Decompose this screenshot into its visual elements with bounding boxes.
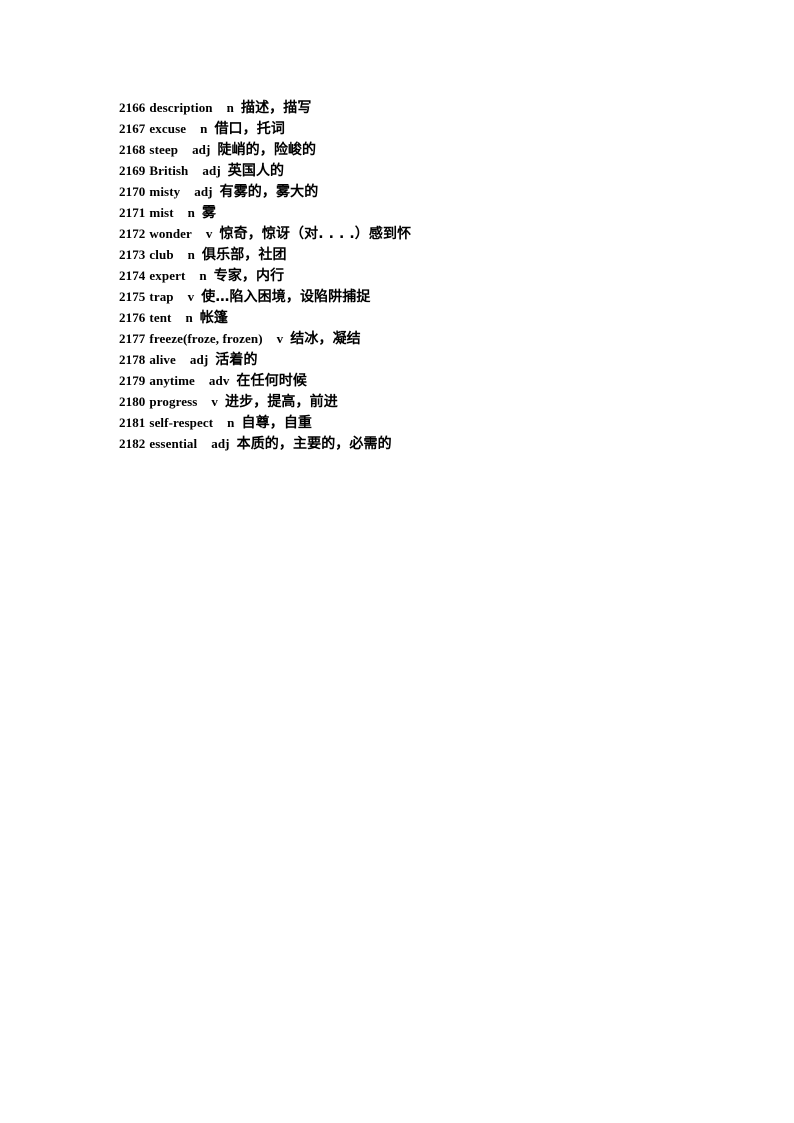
entry-part-of-speech: adj	[194, 184, 213, 199]
entry-word: freeze(froze, frozen)	[149, 331, 263, 346]
entry-definition: 使…陷入困境，设陷阱捕捉	[201, 289, 371, 305]
vocabulary-entry: 2171 mist n 雾	[119, 202, 719, 223]
entry-index: 2179	[119, 373, 146, 388]
vocabulary-list: 2166 description n 描述，描写 2167 excuse n 借口，托词 216…	[119, 97, 719, 454]
vocabulary-entry: 2178 alive adj 活着的	[119, 349, 719, 370]
entry-definition: 专家，内行	[213, 268, 285, 284]
vocabulary-entry: 2168 steep adj 陡峭的，险峻的	[119, 139, 719, 160]
entry-part-of-speech: n	[227, 415, 235, 430]
entry-index: 2180	[119, 394, 146, 409]
entry-definition: 有雾的，雾大的	[219, 184, 319, 200]
entry-definition: 进步，提高，前进	[225, 394, 338, 410]
entry-part-of-speech: n	[187, 205, 195, 220]
entry-definition: 雾	[201, 205, 217, 221]
entry-word: tent	[149, 310, 172, 325]
entry-part-of-speech: n	[200, 121, 208, 136]
entry-part-of-speech: n	[185, 310, 193, 325]
entry-word: anytime	[149, 373, 195, 388]
entry-definition: 在任何时候	[236, 373, 307, 389]
entry-word: progress	[149, 394, 198, 409]
entry-index: 2177	[119, 331, 146, 346]
entry-word: description	[149, 100, 213, 115]
entry-index: 2170	[119, 184, 146, 199]
entry-index: 2172	[119, 226, 146, 241]
entry-index: 2175	[119, 289, 146, 304]
vocabulary-entry: 2172 wonder v 惊奇，惊讶（对. . . .）感到怀	[119, 223, 719, 244]
vocabulary-entry: 2176 tent n 帐篷	[119, 307, 719, 328]
entry-word: steep	[149, 142, 179, 157]
entry-index: 2181	[119, 415, 146, 430]
entry-word: essential	[149, 436, 198, 451]
entry-word: club	[149, 247, 174, 262]
vocabulary-entry: 2170 misty adj 有雾的，雾大的	[119, 181, 719, 202]
entry-word: wonder	[149, 226, 192, 241]
entry-part-of-speech: adv	[208, 373, 230, 388]
vocabulary-entry: 2174 expert n 专家，内行	[119, 265, 719, 286]
entry-part-of-speech: n	[187, 247, 195, 262]
vocabulary-entry: 2182 essential adj 本质的，主要的，必需的	[119, 433, 719, 454]
vocabulary-entry: 2169 British adj 英国人的	[119, 160, 719, 181]
entry-definition: 描述，描写	[240, 100, 312, 116]
entry-definition: 本质的，主要的，必需的	[236, 436, 392, 452]
vocabulary-entry: 2179 anytime adv 在任何时候	[119, 370, 719, 391]
entry-word: mist	[149, 205, 174, 220]
entry-index: 2169	[119, 163, 146, 178]
vocabulary-entry: 2173 club n 俱乐部，社团	[119, 244, 719, 265]
entry-definition: 惊奇，惊讶（对. . . .）感到怀	[219, 226, 412, 242]
entry-part-of-speech: n	[226, 100, 234, 115]
entry-part-of-speech: v	[276, 331, 284, 346]
entry-part-of-speech: adj	[211, 436, 230, 451]
entry-word: British	[149, 163, 189, 178]
entry-part-of-speech: v	[187, 289, 195, 304]
entry-index: 2167	[119, 121, 146, 136]
vocabulary-entry: 2180 progress v 进步，提高，前进	[119, 391, 719, 412]
entry-word: self-respect	[149, 415, 214, 430]
entry-part-of-speech: adj	[189, 352, 209, 367]
entry-index: 2178	[119, 352, 146, 367]
vocabulary-entry: 2167 excuse n 借口，托词	[119, 118, 719, 139]
entry-word: trap	[149, 289, 174, 304]
vocabulary-entry: 2166 description n 描述，描写	[119, 97, 719, 118]
entry-part-of-speech: adj	[202, 163, 221, 178]
entry-definition: 英国人的	[227, 163, 285, 179]
entry-definition: 俱乐部，社团	[202, 247, 287, 263]
vocabulary-entry: 2177 freeze(froze, frozen) v 结冰，凝结	[119, 328, 719, 349]
entry-word: excuse	[149, 121, 187, 136]
entry-word: alive	[149, 352, 176, 367]
entry-index: 2168	[119, 142, 146, 157]
entry-word: misty	[149, 184, 181, 199]
entry-definition: 活着的	[215, 352, 258, 368]
entry-word: expert	[149, 268, 186, 283]
entry-index: 2166	[119, 100, 146, 115]
vocabulary-entry: 2175 trap v 使…陷入困境，设陷阱捕捉	[119, 286, 719, 307]
entry-part-of-speech: v	[205, 226, 213, 241]
entry-index: 2176	[119, 310, 146, 325]
entry-definition: 陡峭的，险峻的	[217, 142, 317, 158]
entry-part-of-speech: v	[211, 394, 219, 409]
entry-index: 2171	[119, 205, 146, 220]
document-page: 2166 description n 描述，描写 2167 excuse n 借口，托词 216…	[0, 0, 794, 1123]
entry-definition: 自尊，自重	[241, 415, 313, 431]
entry-part-of-speech: n	[199, 268, 207, 283]
entry-definition: 借口，托词	[214, 121, 285, 137]
entry-definition: 结冰，凝结	[290, 331, 361, 347]
entry-definition: 帐篷	[199, 310, 229, 326]
entry-index: 2174	[119, 268, 146, 283]
entry-part-of-speech: adj	[192, 142, 211, 157]
entry-index: 2173	[119, 247, 146, 262]
entry-index: 2182	[119, 436, 146, 451]
vocabulary-entry: 2181 self-respect n 自尊，自重	[119, 412, 719, 433]
